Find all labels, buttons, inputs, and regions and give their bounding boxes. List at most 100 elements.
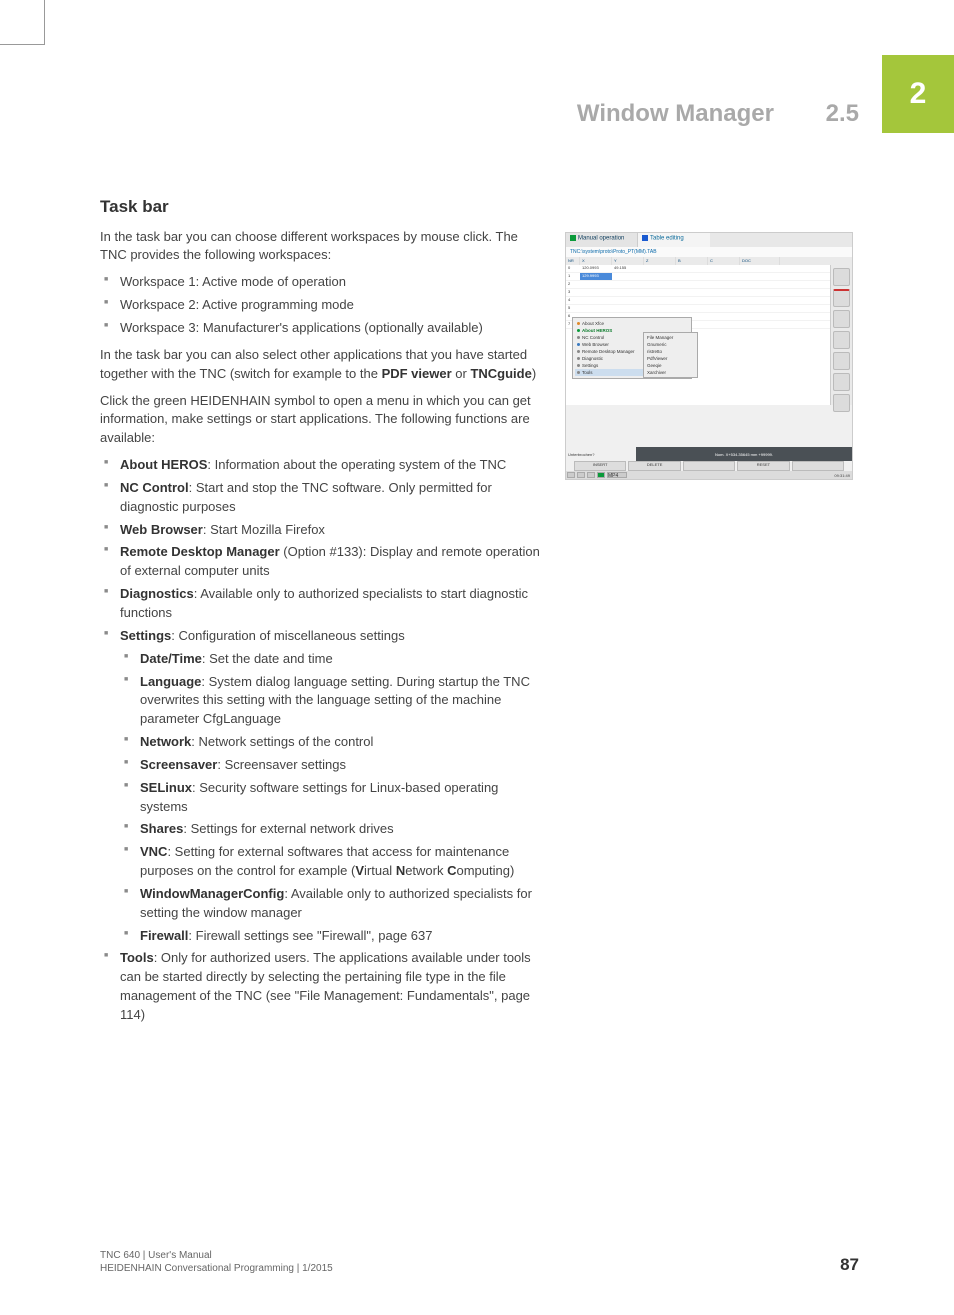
menu-label: Remote Desktop Manager — [582, 349, 635, 354]
taskbar-ws2 — [577, 472, 585, 478]
table-row: 1 129.9993 — [566, 273, 830, 281]
col-c: C — [708, 257, 740, 265]
list-item: Remote Desktop Manager (Option #133): Di… — [100, 543, 540, 581]
text: : Firewall settings see "Firewall", page… — [188, 928, 432, 943]
submenu-item: File Manager — [645, 334, 696, 341]
screenshot-body: 0 120.0993 49.155 1 129.9993 2 3 4 5 6 7… — [566, 265, 852, 405]
taskbar-heros-icon — [597, 472, 605, 478]
taskbar-app: MP4 — [607, 472, 627, 478]
status-coordinates: Nom. X+534.35645 mm +99999. — [636, 447, 852, 461]
col-b: B — [676, 257, 708, 265]
bold: Settings — [120, 628, 171, 643]
para-apps: In the task bar you can also select othe… — [100, 346, 540, 384]
list-item: Network: Network settings of the control — [120, 733, 540, 752]
text: : Screensaver settings — [217, 757, 346, 772]
crop-mark-vertical — [44, 0, 45, 45]
footer-line: HEIDENHAIN Conversational Programming | … — [100, 1262, 333, 1275]
list-item: VNC: Setting for external softwares that… — [120, 843, 540, 881]
functions-list: About HEROS: Information about the opera… — [100, 456, 540, 1025]
cell-selected: 129.9993 — [580, 273, 612, 280]
submenu-item: Gnumeric — [645, 341, 696, 348]
tab-label: Manual operation — [578, 236, 624, 242]
list-item: Workspace 3: Manufacturer's applications… — [100, 319, 540, 338]
main-content: Task bar In the task bar you can choose … — [100, 195, 540, 1033]
list-item: About HEROS: Information about the opera… — [100, 456, 540, 475]
bold: Diagnostics — [120, 586, 194, 601]
page-footer: TNC 640 | User's Manual HEIDENHAIN Conve… — [100, 1249, 859, 1275]
table-row: 4 — [566, 297, 830, 305]
screenshot-taskbar: MP4 09:31:49 — [566, 471, 852, 479]
tools-submenu: File Manager Gnumeric ristretto PdfViewe… — [643, 332, 698, 378]
tab-label: Table editing — [650, 236, 684, 242]
sidebar-button — [833, 310, 850, 328]
screenshot-tab-table-editing: Table editing — [638, 233, 710, 247]
list-item: Web Browser: Start Mozilla Firefox — [100, 521, 540, 540]
text: : Set the date and time — [202, 651, 333, 666]
list-item: Shares: Settings for external network dr… — [120, 820, 540, 839]
workspace-list: Workspace 1: Active mode of operation Wo… — [100, 273, 540, 338]
list-item: Settings: Configuration of miscellaneous… — [100, 627, 540, 946]
sidebar-button — [833, 289, 850, 307]
menu-label: Diagnostic — [582, 356, 603, 361]
softkey — [792, 461, 844, 471]
screenshot-right-sidebar — [830, 265, 852, 405]
list-item: Tools: Only for authorized users. The ap… — [100, 949, 540, 1024]
page-number: 87 — [840, 1255, 859, 1275]
bold: Date/Time — [140, 651, 202, 666]
bold: Language — [140, 674, 201, 689]
table-row: 3 — [566, 289, 830, 297]
taskbar-ws3 — [587, 472, 595, 478]
col-x: X — [580, 257, 612, 265]
text: : Information about the operating system… — [207, 457, 506, 472]
sidebar-button — [833, 331, 850, 349]
softkey — [683, 461, 735, 471]
col-y: Y — [612, 257, 644, 265]
header-section-number: 2.5 — [826, 100, 859, 128]
bold: Shares — [140, 821, 183, 836]
text: ) — [532, 366, 536, 381]
text: or — [452, 366, 471, 381]
bold: TNCguide — [470, 366, 531, 381]
screenshot-softkey-row: INSERT DELETE RESET — [566, 461, 852, 471]
bold: V — [355, 863, 364, 878]
menu-label: Settings — [582, 363, 598, 368]
screenshot-rows: 0 120.0993 49.155 1 129.9993 2 3 4 5 6 7… — [566, 265, 830, 405]
col-doc: DOC — [740, 257, 780, 265]
sidebar-button — [833, 394, 850, 412]
list-item: Language: System dialog language setting… — [120, 673, 540, 730]
text: : Settings for external network drives — [183, 821, 393, 836]
text: : Only for authorized users. The applica… — [120, 950, 531, 1022]
screenshot-statusbar: Unterbrochen? Nom. X+534.35645 mm +99999… — [566, 447, 852, 461]
bold: Tools — [120, 950, 154, 965]
bold: NC Control — [120, 480, 189, 495]
heros-menu: About Xfce About HEROS NC Control Web Br… — [572, 317, 692, 379]
menu-label: NC Control — [582, 335, 604, 340]
bold: N — [396, 863, 405, 878]
taskbar-clock: 09:31:49 — [834, 473, 850, 478]
screenshot-table-header: NR X Y Z B C DOC — [566, 257, 852, 265]
header-title: Window Manager — [577, 100, 774, 128]
crop-mark-horizontal — [0, 44, 45, 45]
text: : Network settings of the control — [191, 734, 373, 749]
cell: 49.155 — [612, 265, 644, 272]
cell: 0 — [566, 265, 580, 272]
bold: WindowManagerConfig — [140, 886, 284, 901]
submenu-item: PdfViewer — [645, 355, 696, 362]
list-item: NC Control: Start and stop the TNC softw… — [100, 479, 540, 517]
screenshot-tab-manual-operation: Manual operation — [566, 233, 638, 247]
list-item: Date/Time: Set the date and time — [120, 650, 540, 669]
softkey: RESET — [737, 461, 789, 471]
text: : Security software settings for Linux-b… — [140, 780, 498, 814]
bold: C — [447, 863, 456, 878]
cell: 1 — [566, 273, 580, 280]
submenu-item: ristretto — [645, 348, 696, 355]
bold: Remote Desktop Manager — [120, 544, 280, 559]
submenu-item: Xarchiver — [645, 369, 696, 376]
list-item: SELinux: Security software settings for … — [120, 779, 540, 817]
softkey: INSERT — [574, 461, 626, 471]
text: etwork — [405, 863, 447, 878]
screenshot-header: Manual operation Table editing — [566, 233, 852, 247]
list-item: Workspace 1: Active mode of operation — [100, 273, 540, 292]
para-menu: Click the green HEIDENHAIN symbol to ope… — [100, 392, 540, 449]
embedded-screenshot: Manual operation Table editing TNC:\syst… — [565, 232, 853, 480]
